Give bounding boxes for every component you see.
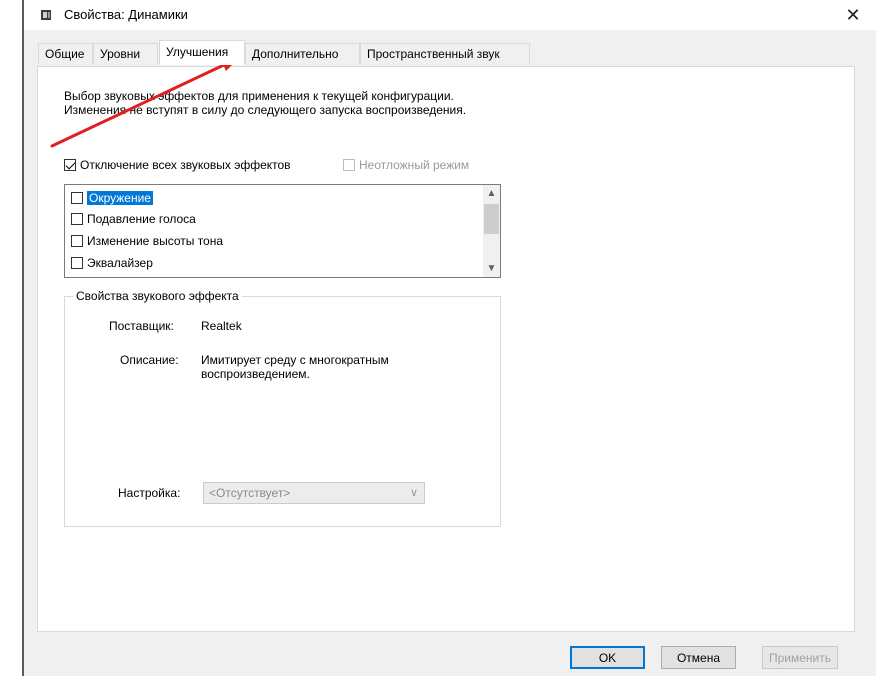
description-label: Описание:	[120, 353, 179, 367]
enhancements-panel: Выбор звуковых эффектов для применения к…	[37, 66, 855, 632]
effect-label[interactable]: Эквалайзер	[87, 256, 153, 270]
list-item[interactable]: Изменение высоты тона	[71, 231, 223, 251]
list-item[interactable]: Подавление голоса	[71, 209, 196, 229]
disable-all-effects-option[interactable]: Отключение всех звуковых эффектов	[64, 158, 291, 172]
description-value-line1: Имитирует среду с многократным	[201, 353, 389, 367]
provider-label: Поставщик:	[109, 319, 174, 333]
setting-label: Настройка:	[118, 486, 181, 500]
background-left	[0, 0, 22, 676]
effect-properties-title: Свойства звукового эффекта	[73, 289, 242, 303]
window-title: Свойства: Динамики	[64, 7, 188, 22]
tab-enhancements[interactable]: Улучшения	[159, 40, 245, 65]
effect-checkbox[interactable]	[71, 235, 83, 247]
effect-label[interactable]: Изменение высоты тона	[87, 234, 223, 248]
disable-all-effects-label: Отключение всех звуковых эффектов	[80, 158, 291, 172]
immediate-mode-checkbox	[343, 159, 355, 171]
immediate-mode-label: Неотложный режим	[359, 158, 470, 172]
enhancements-description: Выбор звуковых эффектов для применения к…	[64, 89, 467, 117]
scroll-up-icon[interactable]: ▲	[483, 185, 500, 202]
close-button[interactable]: ✕	[830, 0, 876, 30]
title-bar: Свойства: Динамики ✕	[24, 0, 876, 30]
tab-general[interactable]: Общие	[38, 43, 93, 64]
scroll-down-icon[interactable]: ▼	[483, 260, 500, 277]
description-value-line2: воспроизведением.	[201, 367, 310, 381]
ok-button[interactable]: OK	[570, 646, 645, 669]
tab-advanced[interactable]: Дополнительно	[245, 43, 360, 64]
setting-select-value: <Отсутствует>	[209, 486, 291, 500]
setting-select: <Отсутствует> ∨	[203, 482, 425, 504]
effect-checkbox[interactable]	[71, 192, 83, 204]
tab-levels[interactable]: Уровни	[93, 43, 158, 64]
apply-button: Применить	[762, 646, 838, 669]
scroll-thumb[interactable]	[484, 204, 499, 234]
list-item[interactable]: Эквалайзер	[71, 253, 153, 273]
effect-checkbox[interactable]	[71, 213, 83, 225]
provider-value: Realtek	[201, 319, 242, 333]
speaker-icon	[41, 10, 51, 20]
close-icon: ✕	[845, 4, 861, 25]
immediate-mode-option: Неотложный режим	[343, 158, 469, 172]
effects-list[interactable]: Окружение Подавление голоса Изменение вы…	[64, 184, 501, 278]
effect-label[interactable]: Подавление голоса	[87, 212, 196, 226]
chevron-down-icon: ∨	[409, 487, 418, 499]
effect-properties-group: Свойства звукового эффекта Поставщик: Re…	[64, 289, 501, 527]
effect-label[interactable]: Окружение	[87, 191, 153, 205]
effect-checkbox[interactable]	[71, 257, 83, 269]
properties-dialog: Свойства: Динамики ✕ Общие Уровни Улучше…	[24, 0, 876, 676]
effect-checkbox[interactable]	[71, 277, 83, 278]
effects-scrollbar[interactable]: ▲ ▼	[483, 185, 500, 277]
list-item[interactable]: Окружение	[71, 188, 153, 208]
disable-all-effects-checkbox[interactable]	[64, 159, 76, 171]
cancel-button[interactable]: Отмена	[661, 646, 736, 669]
list-item-partial[interactable]	[71, 273, 87, 278]
tab-spatial-sound[interactable]: Пространственный звук	[360, 43, 530, 64]
